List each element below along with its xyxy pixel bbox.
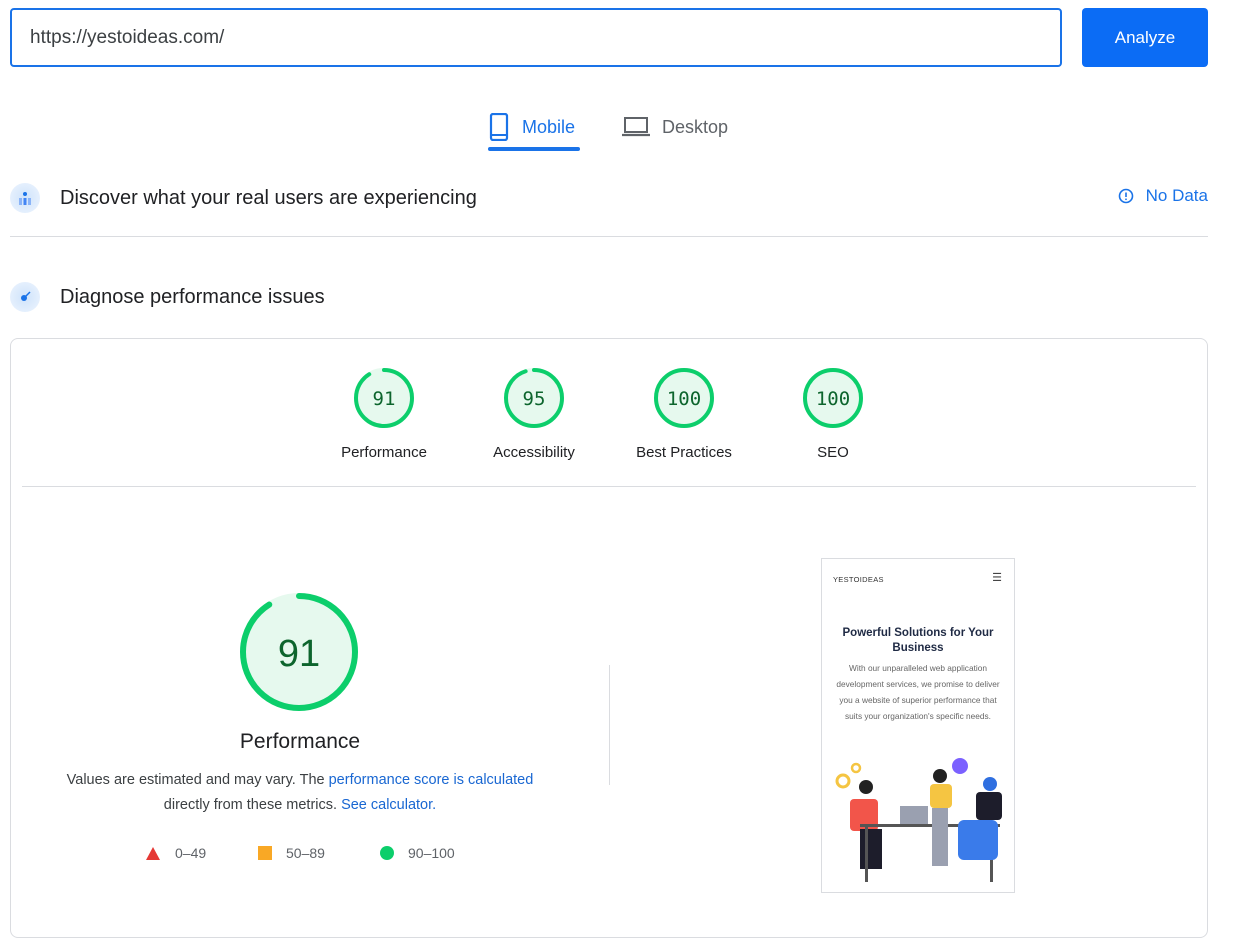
users-chart-icon	[10, 183, 40, 213]
see-calculator-link[interactable]: See calculator.	[341, 797, 436, 813]
laptop-icon	[622, 117, 650, 137]
score-label: Best Practices	[636, 444, 732, 461]
no-data-status[interactable]: No Data	[1118, 186, 1208, 206]
hamburger-menu-icon: ☰	[992, 572, 1002, 584]
mobile-icon	[489, 113, 509, 141]
gauge-ring: 95	[504, 368, 564, 428]
legend-label: 90–100	[408, 845, 455, 861]
divider	[10, 236, 1208, 237]
legend-label: 50–89	[286, 845, 325, 861]
triangle-icon	[146, 847, 160, 860]
divider	[22, 486, 1196, 487]
legend-fail: 0–49	[145, 845, 206, 861]
analyze-button[interactable]: Analyze	[1082, 8, 1208, 67]
score-value: 100	[816, 388, 850, 410]
score-gauge-performance[interactable]: 91 Performance	[314, 366, 454, 461]
score-gauge-accessibility[interactable]: 95 Accessibility	[464, 366, 604, 461]
legend-label: 0–49	[175, 845, 207, 861]
section-title: Discover what your real users are experi…	[60, 186, 477, 209]
section-title: Diagnose performance issues	[60, 285, 325, 308]
screenshot-heading: Powerful Solutions for Your Business	[842, 627, 994, 654]
square-icon	[258, 846, 272, 860]
score-value: 95	[523, 388, 546, 410]
desc-text: directly from these metrics.	[163, 797, 342, 813]
gauge-ring: 91	[354, 368, 414, 428]
info-icon	[1118, 188, 1133, 204]
performance-score: 91	[278, 633, 320, 675]
score-calculated-link[interactable]: performance score is calculated	[329, 772, 534, 788]
screenshot-body: With our unparalleled web application de…	[836, 663, 1000, 721]
performance-description: Values are estimated and may vary. The p…	[40, 772, 560, 788]
legend-average: 50–89	[258, 845, 325, 861]
score-label: Performance	[341, 444, 427, 461]
active-tab-indicator	[488, 147, 580, 151]
vertical-divider	[609, 665, 610, 785]
gauge-ring: 100	[654, 368, 714, 428]
page-screenshot: YESTOIDEAS ☰ Powerful Solutions for Your…	[821, 558, 1015, 893]
tab-label: Desktop	[662, 116, 729, 137]
team-illustration	[835, 758, 1002, 882]
tab-desktop[interactable]: Desktop	[622, 104, 728, 150]
field-data-header: Discover what your real users are experi…	[10, 182, 477, 214]
tab-label: Mobile	[522, 116, 576, 137]
score-value: 100	[667, 388, 701, 410]
desc-text: Values are estimated and may vary. The	[66, 772, 329, 788]
performance-description-2: directly from these metrics. See calcula…	[40, 797, 560, 813]
performance-title: Performance	[239, 730, 361, 753]
tab-mobile[interactable]: Mobile	[488, 104, 575, 150]
score-value: 91	[373, 388, 396, 410]
score-label: SEO	[817, 444, 849, 461]
legend-pass: 90–100	[380, 845, 455, 861]
score-label: Accessibility	[493, 444, 575, 461]
gauge-icon	[10, 282, 40, 312]
gauge-ring: 100	[803, 368, 863, 428]
status-text: No Data	[1145, 186, 1208, 205]
url-input[interactable]	[10, 8, 1062, 67]
circle-icon	[380, 846, 394, 860]
lab-data-header: Diagnose performance issues	[10, 281, 325, 313]
score-gauge-seo[interactable]: 100 SEO	[763, 366, 903, 461]
screenshot-brand: YESTOIDEAS	[833, 575, 884, 584]
performance-gauge-large: 91	[199, 590, 399, 719]
score-gauge-best-practices[interactable]: 100 Best Practices	[614, 366, 754, 461]
